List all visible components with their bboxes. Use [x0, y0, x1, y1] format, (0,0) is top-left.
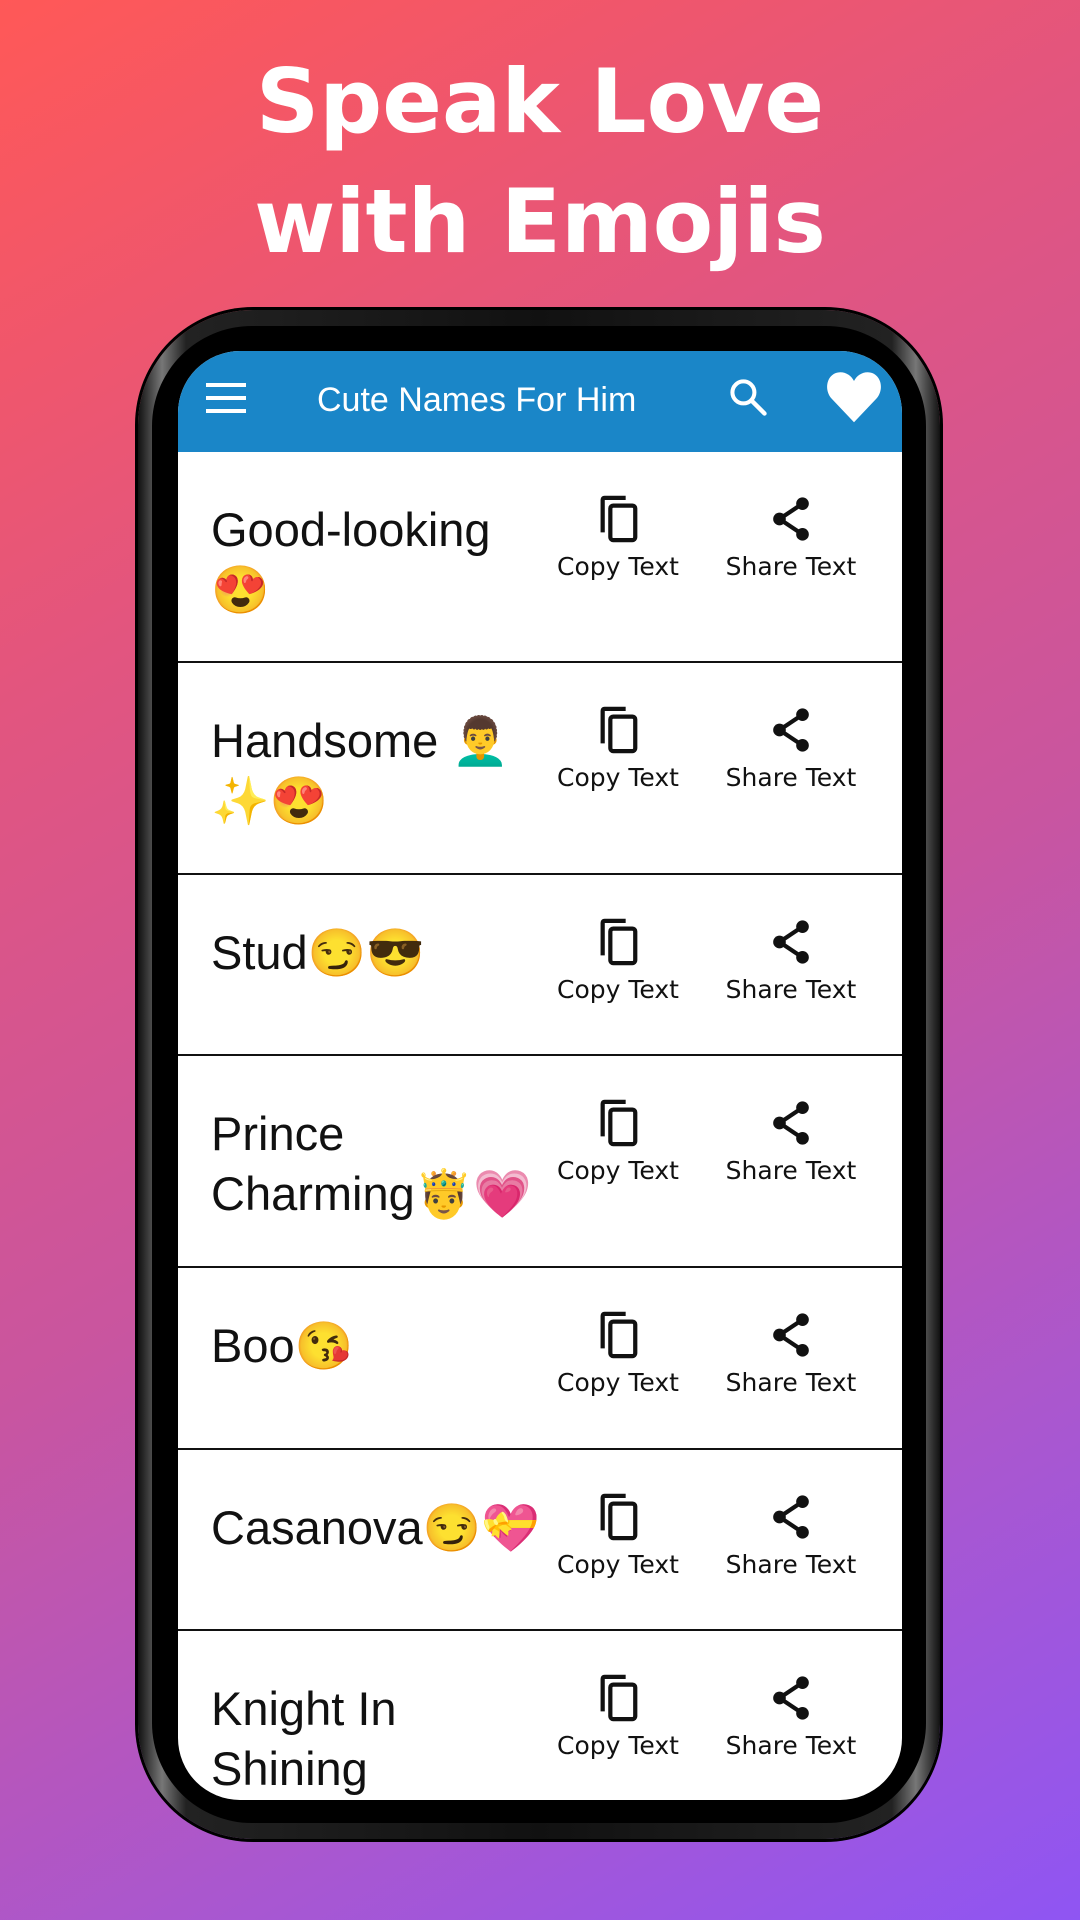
headline-line-1: Speak Love	[255, 50, 825, 153]
copy-label: Copy Text	[557, 975, 679, 1004]
name-text: Knight In Shining	[211, 1682, 397, 1795]
name-text: Handsome 👨‍🦱✨😍	[211, 714, 510, 827]
copy-icon	[600, 706, 638, 754]
hamburger-menu-icon[interactable]	[206, 383, 246, 413]
heart-icon[interactable]	[824, 367, 884, 430]
share-label: Share Text	[725, 1156, 857, 1185]
copy-icon	[600, 495, 638, 543]
share-icon	[773, 1676, 809, 1720]
share-text-button[interactable]: Share Text	[711, 1492, 871, 1579]
copy-label: Copy Text	[557, 1156, 679, 1185]
name-text: Prince Charming🤴💗	[211, 1107, 532, 1220]
copy-icon	[600, 918, 638, 966]
share-icon	[773, 1313, 809, 1357]
share-label: Share Text	[725, 1731, 857, 1760]
copy-label: Copy Text	[557, 763, 679, 792]
share-label: Share Text	[725, 975, 857, 1004]
list-item: Stud😏😎 Copy Text Share Text	[178, 875, 902, 1056]
share-icon	[773, 497, 809, 541]
app-screen: Cute Names For Him Good-looking 😍 Copy T…	[178, 351, 902, 1800]
share-text-button[interactable]: Share Text	[711, 494, 871, 581]
list-item: Boo😘 Copy Text Share Text	[178, 1268, 902, 1450]
copy-text-button[interactable]: Copy Text	[538, 705, 698, 792]
share-text-button[interactable]: Share Text	[711, 1098, 871, 1185]
share-label: Share Text	[725, 1368, 857, 1397]
promo-headline: Speak Love with Emojis	[0, 42, 1080, 282]
list-item: Handsome 👨‍🦱✨😍 Copy Text Share Text	[178, 663, 902, 875]
name-text: Boo😘	[211, 1319, 354, 1372]
share-label: Share Text	[725, 1550, 857, 1579]
list-item: Prince Charming🤴💗 Copy Text Share Text	[178, 1056, 902, 1268]
share-icon	[773, 920, 809, 964]
share-icon	[773, 1101, 809, 1145]
copy-text-button[interactable]: Copy Text	[538, 1310, 698, 1397]
share-icon	[773, 708, 809, 752]
copy-icon	[600, 1493, 638, 1541]
app-bar: Cute Names For Him	[178, 351, 902, 452]
copy-text-button[interactable]: Copy Text	[538, 1492, 698, 1579]
copy-label: Copy Text	[557, 1550, 679, 1579]
share-text-button[interactable]: Share Text	[711, 1673, 871, 1760]
copy-label: Copy Text	[557, 552, 679, 581]
name-text: Good-looking 😍	[211, 503, 491, 616]
name-text: Stud😏😎	[211, 926, 425, 979]
share-text-button[interactable]: Share Text	[711, 1310, 871, 1397]
copy-text-button[interactable]: Copy Text	[538, 1098, 698, 1185]
copy-text-button[interactable]: Copy Text	[538, 1673, 698, 1760]
copy-icon	[600, 1674, 638, 1722]
names-list: Good-looking 😍 Copy Text Share Text Hand…	[178, 452, 902, 1800]
search-icon[interactable]	[726, 375, 770, 424]
headline-line-2: with Emojis	[254, 170, 826, 273]
copy-label: Copy Text	[557, 1731, 679, 1760]
list-item: Casanova😏💝 Copy Text Share Text	[178, 1450, 902, 1631]
share-label: Share Text	[725, 763, 857, 792]
copy-text-button[interactable]: Copy Text	[538, 917, 698, 1004]
share-label: Share Text	[725, 552, 857, 581]
share-icon	[773, 1495, 809, 1539]
list-item: Good-looking 😍 Copy Text Share Text	[178, 452, 902, 663]
copy-icon	[600, 1099, 638, 1147]
copy-text-button[interactable]: Copy Text	[538, 494, 698, 581]
share-text-button[interactable]: Share Text	[711, 705, 871, 792]
app-title: Cute Names For Him	[317, 381, 637, 419]
copy-icon	[600, 1311, 638, 1359]
name-text: Casanova😏💝	[211, 1501, 540, 1554]
list-item: Knight In Shining Copy Text Share Text	[178, 1631, 902, 1800]
copy-label: Copy Text	[557, 1368, 679, 1397]
share-text-button[interactable]: Share Text	[711, 917, 871, 1004]
